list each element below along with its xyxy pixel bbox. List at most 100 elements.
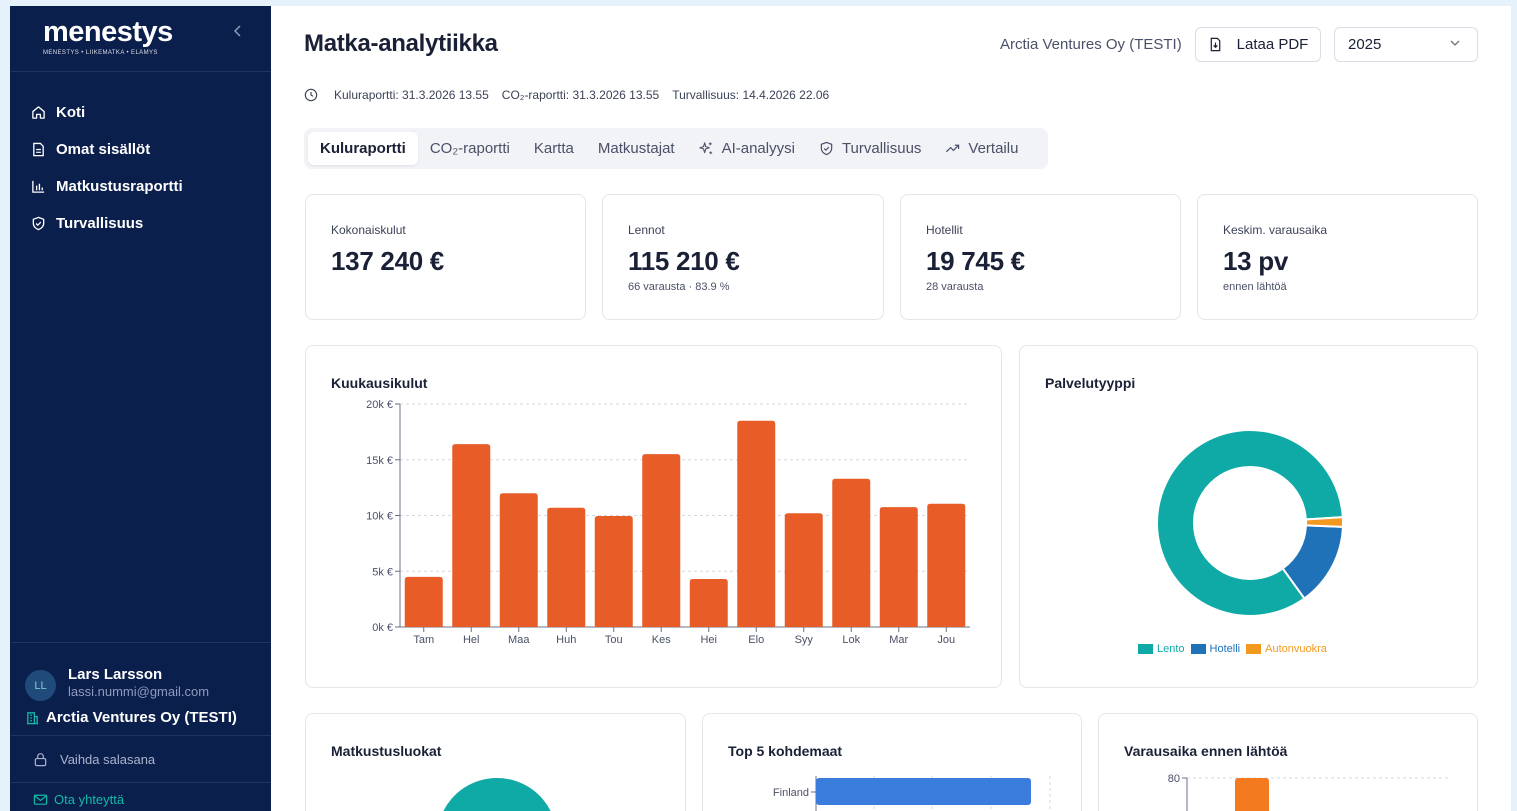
sidebar-item-matkustusraportti[interactable]: Matkustusraportti <box>31 168 183 205</box>
sidebar-item-label: Turvallisuus <box>56 215 144 232</box>
x-tick-label: Hel <box>463 634 480 646</box>
kpi-label: Kokonaiskulut <box>331 223 406 237</box>
tab-label: Kartta <box>533 140 574 157</box>
sparkle-icon <box>698 142 712 155</box>
legend-item-hotelli[interactable]: Hotelli <box>1190 643 1241 655</box>
bar <box>642 454 681 627</box>
monthly-costs-card: Kuukausikulut 0k €5k €10k €15k €20k € Tam… <box>305 345 1002 688</box>
tab-co2-raportti[interactable]: CO₂-raportti <box>418 132 522 165</box>
sidebar-item-koti[interactable]: Koti <box>31 94 183 131</box>
kpi-card-booking-time: Keskim. varausaika 13 pv ennen lähtöä <box>1197 194 1478 320</box>
top5-destinations-chart: Finland <box>773 776 1051 811</box>
sidebar-item-label: Matkustusraportti <box>56 178 183 195</box>
legend-item-autonvuokra[interactable]: Autonvuokra <box>1246 643 1327 655</box>
lock-icon <box>34 753 47 767</box>
collapse-sidebar-icon[interactable] <box>233 24 243 42</box>
travel-classes-chart <box>443 777 551 811</box>
service-type-legend: Lento Hotelli Autonvuokra <box>1138 643 1333 655</box>
kpi-sub: ennen lähtöä <box>1223 281 1287 293</box>
tab-kartta[interactable]: Kartta <box>522 132 586 165</box>
kpi-card-total-cost: Kokonaiskulut 137 240 € <box>305 194 586 320</box>
service-type-chart <box>1156 429 1344 617</box>
legend-swatch <box>1246 644 1262 654</box>
x-tick-label: Mar <box>889 634 908 646</box>
x-tick-label: Jou <box>937 634 955 646</box>
x-tick-label: Elo <box>748 634 764 646</box>
tab-label: Vertailu <box>968 140 1019 157</box>
shield-icon <box>32 216 45 231</box>
bar <box>404 576 443 627</box>
kpi-sub: 66 varausta · 83.9 % <box>628 281 730 293</box>
donut-slice-autonvuokra <box>1304 516 1344 528</box>
bar <box>452 444 491 627</box>
sidebar-divider <box>11 642 271 643</box>
legend-label: Hotelli <box>1209 643 1241 655</box>
report-tabs: Kuluraportti CO₂-raportti Kartta Matkust… <box>304 128 1048 169</box>
logo[interactable]: menestys MENESTYS • LIIKEMATKA • ELÄMYS <box>43 16 173 56</box>
monthly-costs-chart: 0k € 5k € 10k € 15k € 20k € Tam Hel Maa Huh Tou Ke… <box>366 399 970 646</box>
page-title: Matka-analytiikka <box>304 30 498 57</box>
legend-swatch <box>1138 644 1153 654</box>
tab-matkustajat[interactable]: Matkustajat <box>586 132 687 165</box>
tab-label: Matkustajat <box>597 140 675 157</box>
service-type-card: Palvelutyyppi Lento Hotelli Autonvuokra <box>1019 345 1478 688</box>
legend-item-lento[interactable]: Lento <box>1138 643 1185 655</box>
organization-name: Arctia Ventures Oy (TESTI) <box>46 709 237 726</box>
user-name: Lars Larsson <box>68 666 163 683</box>
sidebar-item-label: Koti <box>56 104 86 121</box>
mail-icon <box>33 794 48 805</box>
year-select[interactable]: 2025 <box>1334 27 1478 62</box>
user-email: lassi.nummi@gmail.com <box>68 684 210 699</box>
report-timestamps: Kuluraportti: 31.3.2026 13.55 CO₂-raport… <box>304 88 842 102</box>
company-name: Arctia Ventures Oy (TESTI) <box>1000 36 1182 53</box>
bar <box>927 503 966 627</box>
top5-destinations-card: Top 5 kohdemaat Finland <box>702 713 1082 811</box>
year-value: 2025 <box>1348 36 1382 53</box>
co2-report-timestamp: CO₂-raportti: 31.3.2026 13.55 <box>501 88 660 102</box>
download-pdf-button[interactable]: Lataa PDF <box>1195 27 1321 62</box>
travel-classes-card: Matkustusluokat <box>305 713 686 811</box>
sidebar-item-turvallisuus[interactable]: Turvallisuus <box>31 205 183 242</box>
sidebar-item-omat-sisallot[interactable]: Omat sisällöt <box>31 131 183 168</box>
tab-turvallisuus[interactable]: Turvallisuus <box>807 132 933 165</box>
x-tick-label: Hei <box>700 634 717 646</box>
sidebar-divider <box>11 735 271 736</box>
bar <box>832 478 871 627</box>
contact-link[interactable]: Ota yhteyttä <box>33 792 124 807</box>
kpi-label: Lennot <box>628 223 665 237</box>
y-tick-label: 10k € <box>366 511 393 523</box>
y-tick-label: 0k € <box>372 622 393 634</box>
tab-kuluraportti[interactable]: Kuluraportti <box>308 132 418 165</box>
legend-label: Lento <box>1157 643 1185 655</box>
bar <box>547 507 586 627</box>
tab-label: Kuluraportti <box>320 140 406 157</box>
y-tick-label: Finland <box>773 787 809 799</box>
bar <box>784 513 823 627</box>
tab-ai-analyysi[interactable]: AI-analyysi <box>687 132 807 165</box>
x-tick-label: Lok <box>842 634 860 646</box>
kpi-value: 19 745 € <box>926 246 1025 276</box>
bar <box>816 778 1031 805</box>
kpi-label: Hotellit <box>926 223 963 237</box>
change-password-label: Vaihda salasana <box>60 752 156 767</box>
bar <box>499 493 538 627</box>
x-tick-label: Tam <box>413 634 434 646</box>
home-icon <box>32 106 45 119</box>
booking-time-chart: 80 <box>1168 773 1449 811</box>
y-tick-label: 15k € <box>366 455 393 467</box>
organization-switcher[interactable]: Arctia Ventures Oy (TESTI) <box>25 709 237 726</box>
bar <box>689 579 728 627</box>
tab-vertailu[interactable]: Vertailu <box>933 132 1030 165</box>
main-content: Matka-analytiikka Arctia Ventures Oy (TE… <box>271 6 1511 811</box>
user-profile[interactable]: LL Lars Larsson lassi.nummi@gmail.com <box>25 666 209 701</box>
avatar: LL <box>25 670 56 701</box>
clock-icon <box>304 88 318 102</box>
kpi-card-hotels: Hotellit 19 745 € 28 varausta <box>900 194 1181 320</box>
download-pdf-label: Lataa PDF <box>1236 36 1309 53</box>
tab-label: Turvallisuus <box>841 140 922 157</box>
y-tick-label: 5k € <box>372 566 393 578</box>
x-tick-label: Syy <box>795 634 814 646</box>
x-tick-label: Huh <box>556 634 576 646</box>
change-password-link[interactable]: Vaihda salasana <box>33 752 155 767</box>
chevron-down-icon <box>1450 40 1460 46</box>
